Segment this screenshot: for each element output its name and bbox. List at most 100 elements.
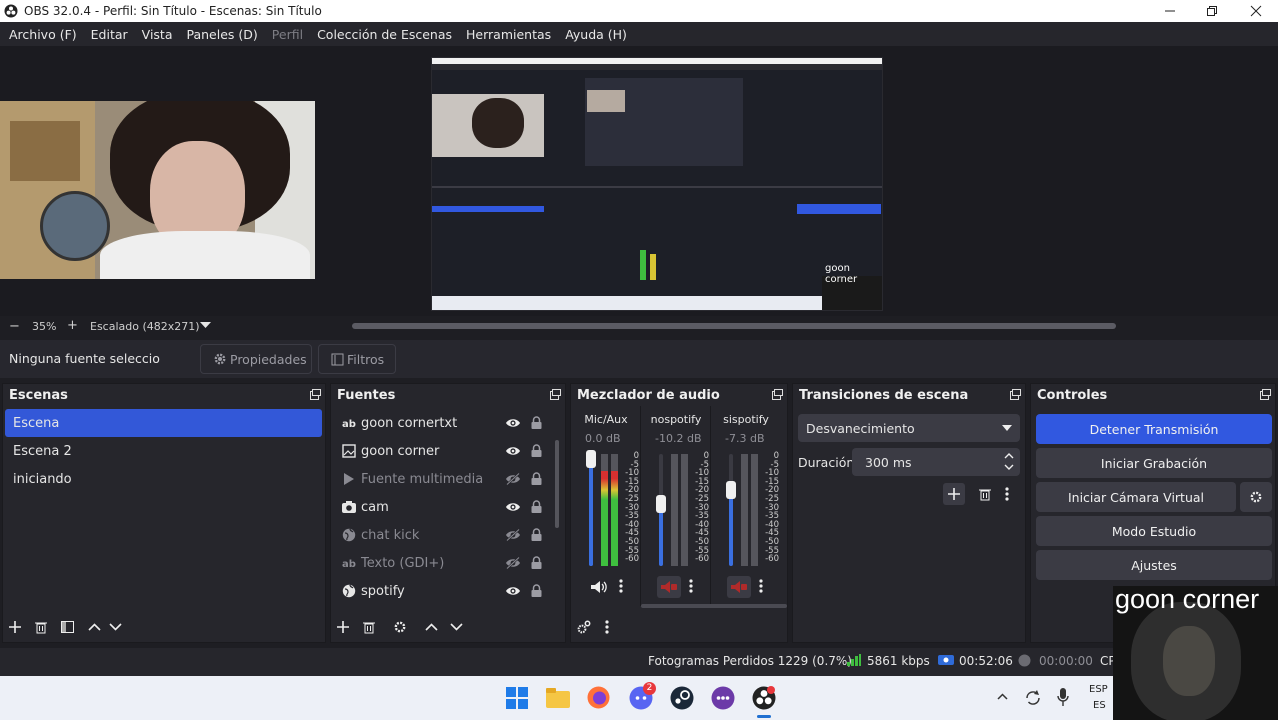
obs-taskbar-icon[interactable] — [752, 686, 776, 710]
lock-icon[interactable] — [531, 472, 542, 486]
menu-archivo[interactable]: Archivo (F) — [2, 27, 84, 42]
lock-icon[interactable] — [531, 528, 542, 542]
keyboard-region[interactable]: ES — [1093, 700, 1106, 711]
source-item[interactable]: chat kick — [331, 521, 565, 549]
menu-coleccion-escenas[interactable]: Colección de Escenas — [310, 27, 459, 42]
advanced-audio-icon[interactable] — [577, 620, 591, 634]
filter-icon[interactable] — [61, 621, 74, 633]
move-down-icon[interactable] — [109, 623, 122, 631]
more-options-icon[interactable] — [619, 579, 623, 593]
virtual-camera-settings-button[interactable] — [1240, 482, 1272, 512]
fader-handle[interactable] — [726, 481, 736, 499]
preview-canvas[interactable]: goon corner — [0, 46, 1278, 316]
undock-icon[interactable] — [550, 389, 561, 400]
mixer-scrollbar[interactable] — [641, 604, 787, 608]
menu-paneles[interactable]: Paneles (D) — [180, 27, 265, 42]
undock-icon[interactable] — [1260, 389, 1271, 400]
move-up-icon[interactable] — [425, 623, 438, 631]
more-options-icon[interactable] — [1005, 487, 1009, 501]
studio-mode-label: Modo Estudio — [1111, 523, 1197, 539]
chevron-down-icon[interactable] — [200, 322, 211, 329]
source-item[interactable]: spotify — [331, 577, 565, 605]
eye-hidden-icon[interactable] — [505, 529, 521, 541]
source-item[interactable]: cam — [331, 493, 565, 521]
lock-icon[interactable] — [531, 556, 542, 570]
undock-icon[interactable] — [1010, 389, 1021, 400]
spin-up-icon[interactable] — [1004, 452, 1014, 459]
scene-item[interactable]: iniciando — [5, 465, 322, 493]
zoom-out-button[interactable]: − — [9, 319, 20, 334]
trash-icon[interactable] — [35, 621, 47, 634]
lock-icon[interactable] — [531, 584, 542, 598]
gear-icon[interactable] — [393, 620, 407, 634]
menu-herramientas[interactable]: Herramientas — [459, 27, 558, 42]
muted-speaker-icon[interactable] — [657, 576, 681, 598]
transition-select[interactable]: Desvanecimiento — [798, 414, 1020, 442]
muted-speaker-icon[interactable] — [727, 576, 751, 598]
horizontal-scrollbar[interactable] — [352, 323, 1116, 329]
more-options-icon[interactable] — [605, 620, 609, 634]
source-item[interactable]: ab Texto (GDI+) — [331, 549, 565, 577]
fader-handle[interactable] — [656, 495, 666, 513]
add-icon[interactable] — [337, 621, 349, 633]
volume-fader[interactable] — [656, 454, 666, 566]
lock-icon[interactable] — [531, 444, 542, 458]
add-icon[interactable] — [9, 621, 21, 633]
undock-icon[interactable] — [772, 389, 783, 400]
start-virtual-camera-button[interactable]: Iniciar Cámara Virtual — [1036, 482, 1236, 512]
sync-icon[interactable] — [1024, 689, 1042, 707]
eye-icon[interactable] — [505, 417, 521, 429]
chevron-up-icon[interactable] — [997, 693, 1008, 700]
properties-button[interactable]: Propiedades — [200, 344, 312, 374]
studio-mode-button[interactable]: Modo Estudio — [1036, 516, 1272, 546]
microphone-icon[interactable] — [1057, 688, 1069, 707]
fader-handle[interactable] — [586, 450, 596, 468]
lock-icon[interactable] — [531, 416, 542, 430]
menu-ayuda[interactable]: Ayuda (H) — [558, 27, 634, 42]
start-recording-button[interactable]: Iniciar Grabación — [1036, 448, 1272, 478]
settings-button[interactable]: Ajustes — [1036, 550, 1272, 580]
eye-hidden-icon[interactable] — [505, 473, 521, 485]
menu-vista[interactable]: Vista — [135, 27, 180, 42]
scene-item[interactable]: Escena 2 — [5, 437, 322, 465]
scene-item[interactable]: Escena — [5, 409, 322, 437]
minimize-button[interactable] — [1148, 0, 1192, 22]
menu-perfil[interactable]: Perfil — [265, 27, 310, 42]
trash-icon[interactable] — [979, 488, 991, 501]
stop-streaming-button[interactable]: Detener Transmisión — [1036, 414, 1272, 444]
more-options-icon[interactable] — [759, 579, 763, 593]
duration-spinbox[interactable]: 300 ms — [852, 448, 1020, 476]
add-icon[interactable] — [943, 483, 965, 505]
zoom-in-button[interactable]: + — [67, 318, 78, 333]
source-item[interactable]: Fuente multimedia — [331, 465, 565, 493]
source-item[interactable]: ab goon cornertxt — [331, 409, 565, 437]
keyboard-language[interactable]: ESP — [1089, 684, 1108, 695]
undock-icon[interactable] — [310, 389, 321, 400]
menu-editar[interactable]: Editar — [84, 27, 135, 42]
volume-fader[interactable] — [726, 454, 736, 566]
speaker-icon[interactable] — [587, 576, 611, 598]
more-options-icon[interactable] — [689, 579, 693, 593]
volume-fader[interactable] — [586, 450, 596, 566]
file-explorer-icon[interactable] — [546, 687, 570, 709]
spin-down-icon[interactable] — [1004, 464, 1014, 471]
windows-start-icon[interactable] — [506, 687, 528, 709]
eye-hidden-icon[interactable] — [505, 557, 521, 569]
filters-button[interactable]: Filtros — [318, 344, 396, 374]
firefox-icon[interactable] — [587, 686, 610, 709]
eye-icon[interactable] — [505, 585, 521, 597]
webcam-source-image[interactable] — [0, 101, 315, 279]
eye-icon[interactable] — [505, 501, 521, 513]
sources-scrollbar[interactable] — [555, 440, 559, 528]
steam-icon[interactable] — [670, 686, 694, 710]
move-down-icon[interactable] — [450, 623, 463, 631]
move-up-icon[interactable] — [88, 623, 101, 631]
eye-icon[interactable] — [505, 445, 521, 457]
maximize-button[interactable] — [1190, 0, 1234, 22]
display-capture-source[interactable]: goon corner — [431, 57, 883, 311]
source-item[interactable]: goon corner — [331, 437, 565, 465]
lock-icon[interactable] — [531, 500, 542, 514]
trash-icon[interactable] — [363, 621, 375, 634]
close-button[interactable] — [1234, 0, 1278, 22]
chat-app-icon[interactable] — [711, 686, 735, 710]
